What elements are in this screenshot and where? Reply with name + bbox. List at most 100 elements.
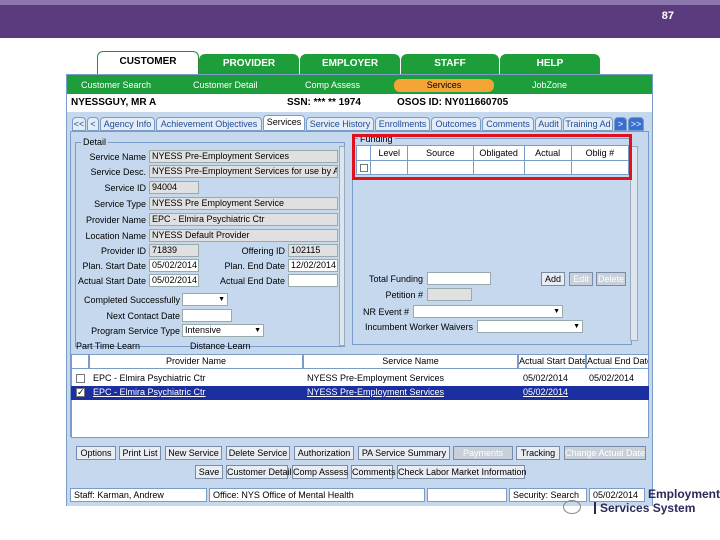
chevron-down-icon: ▼ <box>218 296 225 303</box>
actual-start-field[interactable]: 05/02/2014 <box>149 274 199 287</box>
tab-staff[interactable]: STAFF <box>401 54 499 74</box>
row-end: 05/02/2014 <box>589 373 635 383</box>
incumbent-waivers-select[interactable]: ▼ <box>477 320 583 333</box>
customer-name: NYESSGUY, MR A <box>71 97 157 108</box>
tab-training-ad[interactable]: Training Ad <box>563 117 613 131</box>
service-desc-field: NYESS Pre-Employment Services for use by… <box>149 165 338 178</box>
completed-label: Completed Successfully <box>83 295 180 305</box>
highlight-box <box>352 134 632 180</box>
chevron-down-icon: ▼ <box>254 327 261 334</box>
new-service-button[interactable]: New Service <box>165 446 222 460</box>
check-icon: ✓ <box>77 387 85 397</box>
list-col-provider-name[interactable]: Provider Name <box>89 354 303 369</box>
tab-services[interactable]: Services <box>263 115 305 131</box>
program-type-select[interactable]: Intensive ▼ <box>182 324 264 337</box>
options-button[interactable]: Options <box>76 446 116 460</box>
tab-provider[interactable]: PROVIDER <box>199 54 299 74</box>
subnav-services[interactable]: Services <box>394 79 494 92</box>
offering-id-label: Offering ID <box>241 246 285 256</box>
change-actual-date-button[interactable]: Change Actual Date <box>564 446 646 460</box>
subnav-comp-assess[interactable]: Comp Assess <box>305 79 375 92</box>
service-id-field: 94004 <box>149 181 199 194</box>
provider-name-label: Provider Name <box>85 215 146 225</box>
customer-info-bar: NYESSGUY, MR A SSN: *** ** 1974 OSOS ID:… <box>67 94 652 112</box>
payments-button[interactable]: Payments <box>453 446 513 460</box>
nr-event-label: NR Event # <box>362 307 409 317</box>
tab-last[interactable]: >> <box>628 117 644 131</box>
list-col-select <box>71 354 89 369</box>
tab-next[interactable]: > <box>614 117 627 131</box>
next-contact-field[interactable] <box>182 309 232 322</box>
subnav-customer-detail[interactable]: Customer Detail <box>193 79 273 92</box>
service-type-field: NYESS Pre Employment Service <box>149 197 338 210</box>
comp-assess-button[interactable]: Comp Assess <box>292 465 348 479</box>
petition-field[interactable] <box>427 288 472 301</box>
tab-audit[interactable]: Audit <box>535 117 562 131</box>
location-name-field: NYESS Default Provider <box>149 229 338 242</box>
distance-label: Distance Learn <box>190 341 251 351</box>
subnav-customer-search[interactable]: Customer Search <box>81 79 171 92</box>
tracking-button[interactable]: Tracking <box>516 446 560 460</box>
provider-name-field: EPC - Elmira Psychiatric Ctr <box>149 213 338 226</box>
print-list-button[interactable]: Print List <box>119 446 161 460</box>
tab-customer[interactable]: CUSTOMER <box>97 51 199 74</box>
delete-funding-button[interactable]: Delete <box>596 272 626 286</box>
table-row[interactable]: EPC - Elmira Psychiatric Ctr NYESS Pre-E… <box>71 372 649 386</box>
detail-scrollbar[interactable] <box>339 146 345 346</box>
save-button[interactable]: Save <box>195 465 223 479</box>
incumbent-waivers-label: Incumbent Worker Waivers <box>364 322 473 332</box>
check-labor-market-button[interactable]: Check Labor Market Information <box>397 465 527 479</box>
table-row[interactable]: ✓ EPC - Elmira Psychiatric Ctr NYESS Pre… <box>71 386 649 400</box>
pa-service-summary-button[interactable]: PA Service Summary <box>358 446 450 460</box>
list-col-service-name[interactable]: Service Name <box>303 354 518 369</box>
tab-outcomes[interactable]: Outcomes <box>431 117 481 131</box>
tab-help[interactable]: HELP <box>500 54 600 74</box>
tab-achievement-objectives[interactable]: Achievement Objectives <box>156 117 262 131</box>
customer-ssn: SSN: *** ** 1974 <box>287 97 361 108</box>
tab-service-history[interactable]: Service History <box>306 117 374 131</box>
slide-number: 87 <box>661 10 674 22</box>
row-checkbox-checked[interactable]: ✓ <box>76 387 85 397</box>
status-office: Office: NYS Office of Mental Health <box>209 488 425 502</box>
authorization-button[interactable]: Authorization <box>294 446 354 460</box>
subnav-jobzone[interactable]: JobZone <box>532 79 592 92</box>
add-funding-button[interactable]: Add <box>541 272 565 286</box>
service-id-label: Service ID <box>104 183 146 193</box>
service-name-label: Service Name <box>89 152 146 162</box>
slide-header-bar <box>0 0 720 38</box>
edit-funding-button[interactable]: Edit <box>569 272 593 286</box>
actual-start-label: Actual Start Date <box>77 276 146 286</box>
row-checkbox[interactable] <box>76 374 85 383</box>
chevron-down-icon: ▼ <box>553 308 560 315</box>
actual-end-label: Actual End Date <box>219 276 285 286</box>
plan-start-label: Plan. Start Date <box>82 261 146 271</box>
customer-detail-button[interactable]: Customer Detail <box>226 465 292 479</box>
logo-line2: Services System <box>594 502 695 514</box>
program-type-value: Intensive <box>185 325 222 335</box>
row-start: 05/02/2014 <box>523 387 569 397</box>
customer-osos-id: OSOS ID: NY011660705 <box>397 97 509 108</box>
nr-event-select[interactable]: ▼ <box>413 305 563 318</box>
petition-label: Petition # <box>385 290 423 300</box>
completed-select[interactable]: ▼ <box>182 293 228 306</box>
list-col-actual-start[interactable]: Actual Start Date <box>518 354 586 369</box>
detail-legend: Detail <box>81 137 109 147</box>
tab-enrollments[interactable]: Enrollments <box>375 117 430 131</box>
tab-agency-info[interactable]: Agency Info <box>100 117 155 131</box>
total-funding-field[interactable] <box>427 272 491 285</box>
tab-first[interactable]: << <box>72 117 86 131</box>
tab-prev[interactable]: < <box>87 117 99 131</box>
tab-comments[interactable]: Comments <box>482 117 534 131</box>
list-col-actual-end[interactable]: Actual End Date <box>586 354 649 369</box>
plan-end-field[interactable]: 12/02/2014 <box>288 259 338 272</box>
delete-service-button[interactable]: Delete Service <box>226 446 290 460</box>
tab-employer[interactable]: EMPLOYER <box>300 54 400 74</box>
chevron-down-icon: ▼ <box>573 323 580 330</box>
actual-end-field[interactable] <box>288 274 338 287</box>
plan-start-field[interactable]: 05/02/2014 <box>149 259 199 272</box>
plan-end-label: Plan. End Date <box>224 261 285 271</box>
comments-button[interactable]: Comments <box>351 465 396 479</box>
sub-navigation: Customer Search Customer Detail Comp Ass… <box>67 79 652 93</box>
status-date: 05/02/2014 <box>589 488 645 502</box>
status-staff: Staff: Karman, Andrew <box>70 488 207 502</box>
